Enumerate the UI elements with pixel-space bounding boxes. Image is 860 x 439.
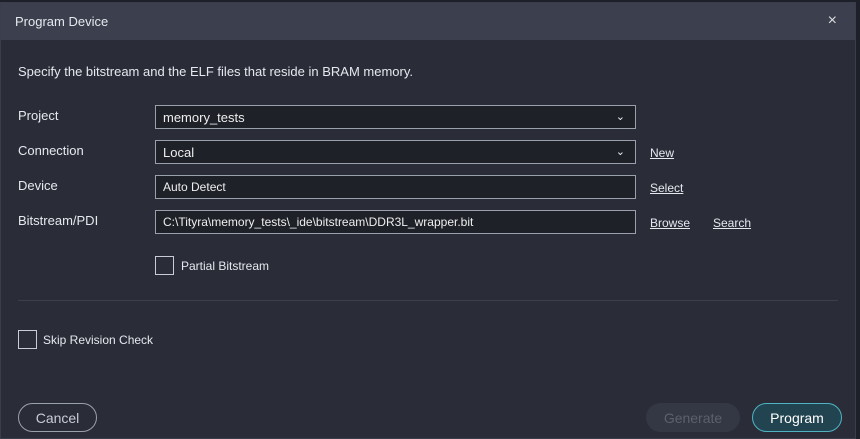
device-value: Auto Detect — [163, 180, 226, 194]
browse-link[interactable]: Browse — [650, 216, 690, 230]
program-device-dialog: Program Device × Specify the bitstream a… — [0, 2, 856, 439]
project-label: Project — [18, 108, 58, 123]
search-link[interactable]: Search — [713, 216, 751, 230]
partial-bitstream-label: Partial Bitstream — [181, 259, 269, 273]
divider — [18, 300, 838, 301]
connection-label: Connection — [18, 143, 84, 158]
dialog-header: Program Device × — [1, 3, 855, 40]
bitstream-value: C:\Tityra\memory_tests\_ide\bitstream\DD… — [163, 215, 473, 229]
device-field[interactable]: Auto Detect — [155, 175, 636, 199]
cancel-button[interactable]: Cancel — [18, 403, 97, 432]
connection-value: Local — [163, 145, 194, 160]
connection-select[interactable]: Local ⌄ — [155, 140, 636, 164]
skip-revision-checkbox[interactable] — [18, 330, 37, 349]
bitstream-input[interactable]: C:\Tityra\memory_tests\_ide\bitstream\DD… — [155, 210, 636, 234]
select-device-link[interactable]: Select — [650, 181, 683, 195]
program-button[interactable]: Program — [752, 403, 842, 432]
project-select[interactable]: memory_tests ⌄ — [155, 105, 636, 129]
chevron-down-icon: ⌄ — [616, 145, 625, 158]
chevron-down-icon: ⌄ — [616, 110, 625, 123]
project-value: memory_tests — [163, 110, 245, 125]
close-icon[interactable]: × — [828, 12, 837, 30]
skip-revision-label: Skip Revision Check — [43, 333, 153, 347]
bitstream-label: Bitstream/PDI — [18, 213, 98, 228]
partial-bitstream-checkbox[interactable] — [155, 256, 174, 275]
dialog-title: Program Device — [15, 14, 108, 29]
generate-button[interactable]: Generate — [646, 403, 740, 432]
device-label: Device — [18, 178, 58, 193]
new-connection-link[interactable]: New — [650, 146, 674, 160]
description: Specify the bitstream and the ELF files … — [18, 64, 413, 79]
